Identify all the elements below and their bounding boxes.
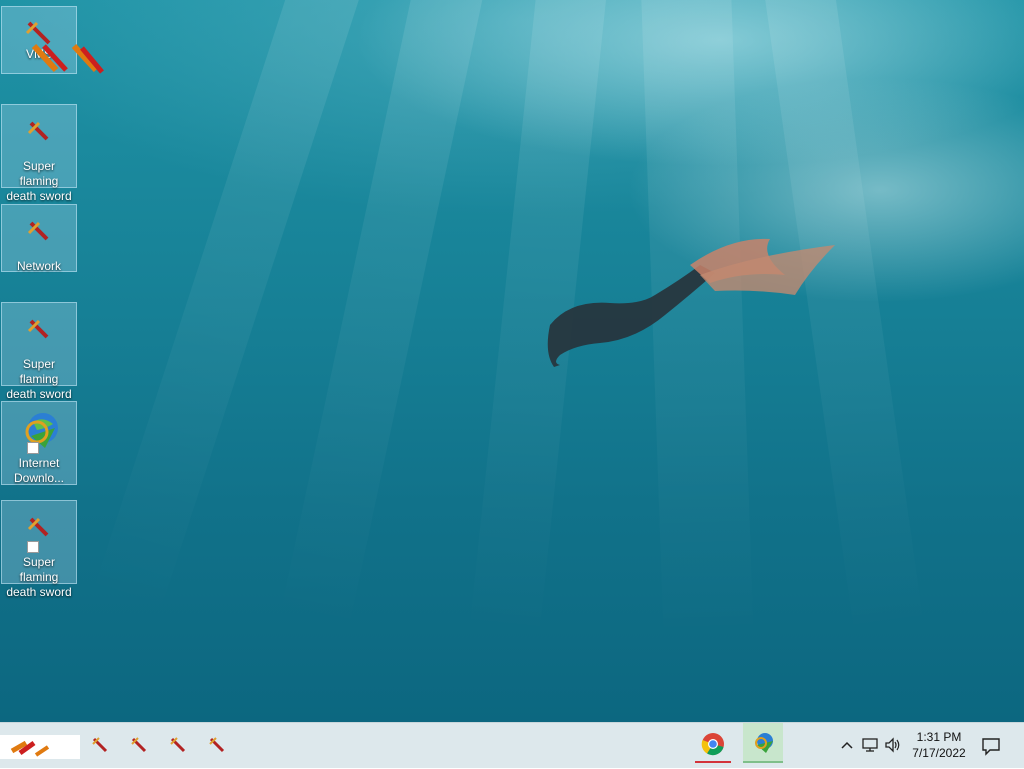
- desktop-icon-label: Super flaming death sword: [6, 357, 72, 401]
- shortcut-arrow-icon: [27, 442, 39, 454]
- active-app-indicator: [695, 761, 731, 763]
- desktop-icon-label: Super flaming death sword: [6, 159, 72, 203]
- internet-download-manager-icon: [15, 408, 63, 456]
- taskbar-pinned-sword-icon[interactable]: [166, 733, 190, 757]
- taskbar-pinned-sword-icon[interactable]: [88, 733, 112, 757]
- sword-icon: [15, 111, 63, 159]
- desktop-icon-super-flaming-death-sword[interactable]: Super flaming death sword: [1, 302, 77, 401]
- system-clock[interactable]: 1:31 PM 7/17/2022: [906, 729, 972, 761]
- internet-download-manager-icon: [755, 733, 773, 753]
- chrome-icon: [701, 733, 724, 756]
- action-center-icon[interactable]: [980, 735, 1002, 757]
- clock-time: 1:31 PM: [916, 730, 962, 744]
- taskbar-internet-download-manager-button[interactable]: [743, 723, 783, 763]
- desktop-icon-label: Network: [16, 259, 61, 273]
- taskbar-pinned-sword-icon[interactable]: [205, 733, 229, 757]
- start-button[interactable]: [0, 735, 80, 759]
- flaming-sword-thumbnail-icon: [10, 740, 50, 757]
- desktop-icon-internet-download-manager[interactable]: Internet Downlo...: [1, 401, 77, 485]
- taskbar: 1:31 PM 7/17/2022: [0, 722, 1024, 768]
- chevron-up-icon[interactable]: [838, 736, 856, 754]
- desktop-icon-network[interactable]: Network: [1, 204, 77, 273]
- desktop-background[interactable]: VMS Super flaming death sword Network: [0, 0, 1024, 722]
- sword-icon: [15, 507, 63, 555]
- sword-icon: [15, 211, 63, 259]
- shortcut-arrow-icon: [27, 541, 39, 553]
- sword-icon: [15, 309, 63, 357]
- taskbar-chrome-button[interactable]: [693, 723, 733, 769]
- flaming-sword-overlay-icon: [31, 43, 104, 74]
- desktop-icon-super-flaming-death-sword-shortcut[interactable]: Super flaming death sword: [1, 500, 77, 599]
- diver-figure: [547, 238, 835, 367]
- volume-icon[interactable]: [884, 736, 902, 754]
- network-icon[interactable]: [861, 736, 879, 754]
- desktop-icon-label: Internet Downlo...: [13, 456, 65, 485]
- taskbar-pinned-sword-icon[interactable]: [127, 733, 151, 757]
- clock-date: 7/17/2022: [912, 746, 966, 760]
- desktop-icon-super-flaming-death-sword[interactable]: Super flaming death sword: [1, 104, 77, 203]
- desktop-icon-label: Super flaming death sword: [6, 555, 72, 599]
